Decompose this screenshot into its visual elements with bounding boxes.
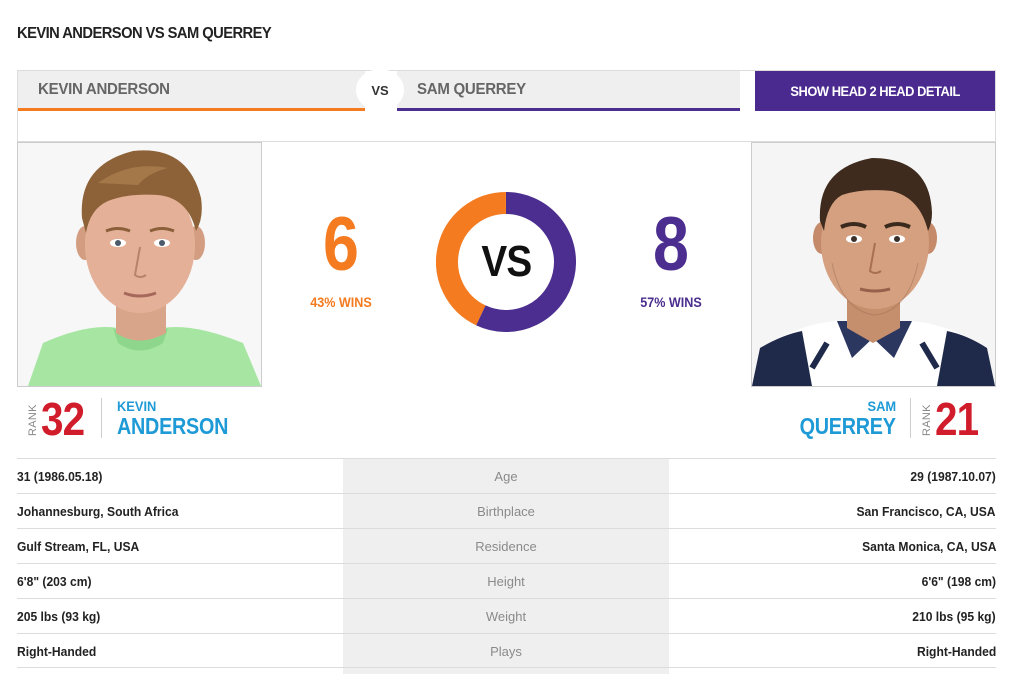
right-stat-value: 29 (1987.10.07): [910, 468, 996, 484]
right-stat-value: Santa Monica, CA, USA: [861, 538, 996, 554]
left-stat-value: Johannesburg, South Africa: [17, 503, 179, 519]
left-stat-value: 205 lbs (93 kg): [17, 608, 101, 624]
show-head2head-detail-button[interactable]: SHOW HEAD 2 HEAD DETAIL: [755, 71, 995, 111]
left-player-tab[interactable]: KEVIN ANDERSON: [18, 71, 365, 111]
donut-center-label: VS: [481, 237, 532, 286]
right-win-percentage: 57% WINS: [640, 294, 702, 310]
stat-label: Plays: [490, 643, 522, 659]
right-player-first-name[interactable]: SAM: [867, 398, 896, 414]
right-rank-caption: RANK: [921, 404, 933, 436]
left-player-first-name[interactable]: KEVIN: [117, 398, 156, 414]
stat-row-birthplace: Johannesburg, South Africa Birthplace Sa…: [17, 493, 996, 528]
right-stat-value: 210 lbs (95 kg): [912, 608, 996, 624]
vs-badge-label: VS: [371, 82, 389, 98]
stat-label: Birthplace: [477, 503, 535, 519]
page-title: KEVIN ANDERSON VS SAM QUERREY: [17, 25, 272, 42]
left-stat-value: 31 (1986.05.18): [17, 468, 103, 484]
right-player-tab[interactable]: SAM QUERREY: [397, 71, 740, 111]
show-head2head-detail-label: SHOW HEAD 2 HEAD DETAIL: [790, 83, 960, 99]
donut-center: VS: [436, 192, 576, 332]
left-player-photo: [17, 142, 262, 387]
left-stat-value: Right-Handed: [17, 643, 97, 659]
left-stat-value: 6'8" (203 cm): [17, 573, 92, 589]
left-rank-caption: RANK: [27, 404, 39, 436]
left-rank-divider: [101, 398, 102, 438]
right-player-photo: [751, 142, 996, 387]
stat-row-residence: Gulf Stream, FL, USA Residence Santa Mon…: [17, 528, 996, 563]
right-player-tab-label: SAM QUERREY: [417, 80, 526, 98]
stat-row-weight: 205 lbs (93 kg) Weight 210 lbs (95 kg): [17, 598, 996, 633]
right-stat-value: 6'6" (198 cm): [921, 573, 996, 589]
right-stat-value: San Francisco, CA, USA: [856, 503, 996, 519]
vs-badge: VS: [356, 69, 404, 111]
right-player-last-name[interactable]: QUERREY: [800, 413, 896, 440]
stat-label: Weight: [485, 608, 527, 624]
left-player-tab-label: KEVIN ANDERSON: [38, 80, 170, 98]
left-win-percentage: 43% WINS: [310, 294, 372, 310]
stat-row-age: 31 (1986.05.18) Age 29 (1987.10.07): [17, 458, 996, 493]
stat-label: Residence: [475, 538, 537, 554]
right-rank-number: 21: [935, 393, 979, 445]
right-stat-value: Right-Handed: [916, 643, 996, 659]
right-rank-divider: [910, 398, 911, 438]
stats-table: 31 (1986.05.18) Age 29 (1987.10.07) Joha…: [17, 458, 996, 668]
left-player-last-name[interactable]: ANDERSON: [117, 413, 228, 440]
left-rank-number: 32: [41, 393, 85, 445]
stat-label: Height: [487, 573, 525, 589]
left-win-count: 6: [323, 202, 359, 287]
left-stat-value: Gulf Stream, FL, USA: [17, 538, 140, 554]
stat-label-column-tail: [343, 668, 669, 674]
stat-label: Age: [494, 468, 518, 484]
right-win-count: 8: [653, 202, 689, 287]
stat-row-plays: Right-Handed Plays Right-Handed: [17, 633, 996, 668]
stat-row-height: 6'8" (203 cm) Height 6'6" (198 cm): [17, 563, 996, 598]
